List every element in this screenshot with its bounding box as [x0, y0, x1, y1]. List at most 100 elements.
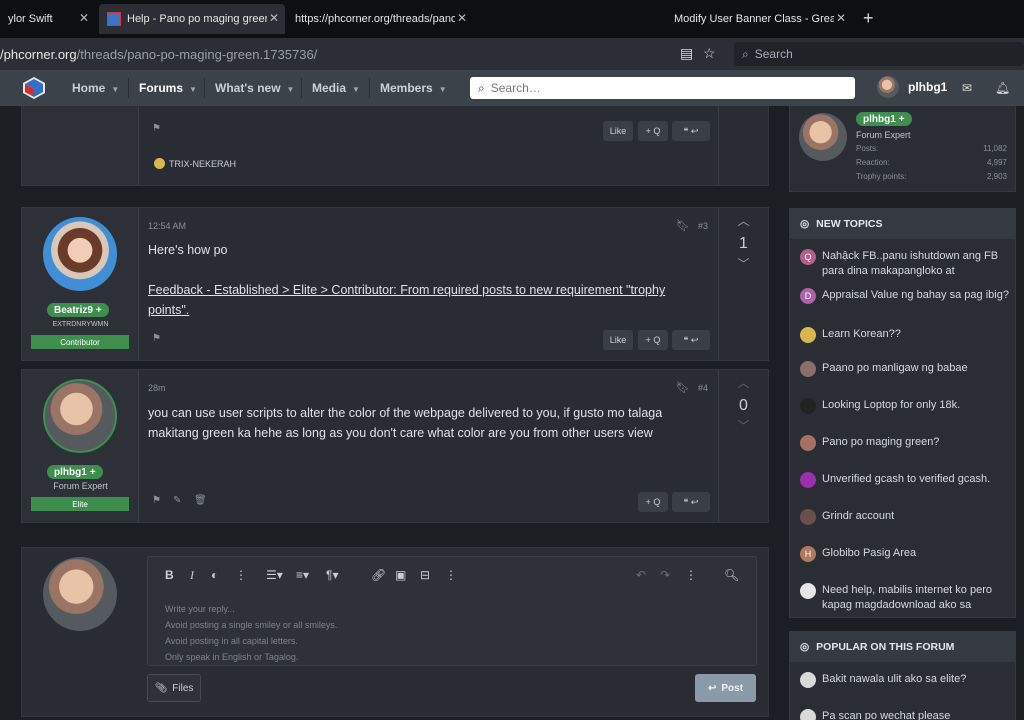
post-reply-button[interactable]: ↩ Post [695, 674, 756, 702]
redo-icon[interactable]: ↷ [660, 568, 670, 582]
reply-button[interactable]: ❝ ↩ [672, 121, 710, 141]
media-icon[interactable]: ⊟ [420, 568, 430, 582]
chevron-down-icon[interactable]: ▼ [111, 85, 119, 94]
bold-icon[interactable]: B [165, 568, 174, 582]
preview-icon[interactable]: 🔍︎ [724, 568, 739, 582]
paragraph-icon[interactable]: ¶▾ [326, 568, 338, 582]
bell-icon[interactable]: 🔔︎ [995, 81, 1010, 95]
align-icon[interactable]: ≡▾ [296, 568, 309, 582]
post-number[interactable]: #3 [698, 221, 708, 231]
like-button[interactable]: Like [603, 121, 633, 141]
url-field[interactable]: /phcorner.org/threads/pano-po-maging-gre… [0, 47, 317, 62]
upvote-icon[interactable]: ︿ [719, 212, 768, 229]
stat-value: 2,903 [986, 172, 1007, 181]
downvote-icon[interactable]: ﹀ [719, 417, 768, 434]
close-icon[interactable]: ✕ [269, 11, 279, 25]
bookmark-icon[interactable]: 🔖︎ [676, 219, 690, 232]
list-item[interactable]: Need help, mabilis internet ko pero kapa… [800, 583, 1010, 613]
close-icon[interactable]: ✕ [79, 11, 89, 25]
avatar[interactable] [43, 217, 117, 291]
avatar[interactable] [799, 113, 847, 161]
undo-icon[interactable]: ↶ [636, 568, 646, 582]
more-icon[interactable]: ⋮ [445, 568, 457, 582]
quote-button[interactable]: + Q [638, 330, 668, 350]
list-item[interactable]: Pano po maging green? [800, 435, 1010, 451]
nav-forums[interactable]: Forums ▼ [139, 81, 197, 95]
downvote-icon[interactable]: ﹀ [719, 255, 768, 272]
list-item[interactable]: Bakit nawala ulit ako sa elite? [800, 672, 1010, 688]
chevron-down-icon[interactable]: ▼ [189, 85, 197, 94]
list-item[interactable]: Q Nahậck FB..panu ishutdown ang FB para d… [800, 249, 1010, 279]
list-item[interactable]: Learn Korean?? [800, 327, 1010, 343]
list-item[interactable]: H Globibo Pasig Area [800, 546, 1010, 562]
new-tab-icon[interactable]: + [863, 8, 874, 29]
image-icon[interactable]: ▣ [395, 568, 406, 582]
close-icon[interactable]: ✕ [836, 11, 846, 25]
vote-column [718, 106, 768, 185]
nav-media[interactable]: Media ▼ [312, 81, 360, 95]
list-item[interactable]: Pa scan po wechat please [800, 709, 1010, 720]
tab-phcorner-threads[interactable]: https://phcorner.org/threads/pano ✕ [287, 4, 473, 34]
post-number[interactable]: #4 [698, 383, 708, 393]
editor-box[interactable]: B I ◐ ⋮ ☰▾ ≡▾ ¶▾ 🔗︎ ▣ ⊟ ⋮ ↶ ↷ ⋮ 🔍︎ Write… [147, 556, 757, 666]
list-icon[interactable]: ☰▾ [266, 568, 283, 582]
reply-button[interactable]: ❝ ↩ [672, 492, 710, 512]
flag-icon[interactable]: ⚑ [152, 495, 161, 506]
tab-greasemonkey[interactable]: Modify User Banner Class - Greasem ✕ [666, 4, 852, 34]
post-link[interactable]: Feedback - Established > Elite > Contrib… [148, 280, 688, 320]
edit-icon[interactable]: ✎ [173, 495, 181, 506]
upvote-icon[interactable]: ︿ [719, 374, 768, 391]
list-item[interactable]: Unverified gcash to verified gcash. [800, 472, 1010, 488]
chevron-down-icon[interactable]: ▼ [287, 85, 295, 94]
list-item[interactable]: Grindr account [800, 509, 1010, 525]
topic-title: Need help, mabilis internet ko pero kapa… [822, 584, 992, 611]
like-button[interactable]: Like [603, 330, 633, 350]
list-item[interactable]: D Appraisal Value ng bahay sa pag ibig? [800, 288, 1010, 304]
more-icon[interactable]: ⋮ [235, 568, 247, 582]
link-icon[interactable]: 🔗︎ [371, 568, 386, 582]
nav-whats-new[interactable]: What's new ▼ [215, 81, 294, 95]
palette-icon[interactable]: ◐ [211, 568, 218, 582]
tab-taylor-swift[interactable]: ylor Swift ✕ [0, 4, 95, 34]
files-button[interactable]: 📎︎ Files [147, 674, 201, 702]
list-item[interactable]: Paano po manligaw ng babae [800, 361, 1010, 377]
flag-icon[interactable]: ⚑ [152, 333, 161, 344]
trash-icon[interactable]: 🗑︎ [194, 495, 207, 506]
site-search-input[interactable]: ⌕ Search… [470, 77, 855, 99]
reply-button[interactable]: ❝ ↩ [672, 330, 710, 350]
inbox-icon[interactable]: ✉ [962, 81, 972, 95]
post-timestamp[interactable]: 28m [148, 383, 166, 393]
bookmark-star-icon[interactable]: ☆ [703, 45, 716, 62]
bookmark-icon[interactable]: 🔖︎ [676, 381, 690, 394]
more-icon[interactable]: ⋮ [685, 568, 697, 582]
reader-view-icon[interactable]: ▤ [680, 45, 693, 62]
browser-search-input[interactable]: ⌕ Search [734, 42, 1024, 66]
quote-button[interactable]: + Q [638, 492, 668, 512]
username-badge[interactable]: plhbg1 + [47, 465, 103, 479]
list-item[interactable]: Looking Loptop for only 18k. [800, 398, 1010, 414]
vote-column: ︿ 0 ﹀ [718, 370, 768, 522]
flag-icon[interactable]: ⚑ [152, 123, 161, 134]
post-4: plhbg1 + Forum Expert Elite 28m 🔖︎ #4 you… [21, 369, 769, 523]
italic-icon[interactable]: I [190, 568, 194, 583]
avatar[interactable] [43, 379, 117, 453]
username-badge[interactable]: Beatriz9 + [47, 303, 109, 317]
user-menu[interactable]: plhbg1 [877, 76, 947, 98]
vote-count: 1 [739, 235, 748, 252]
quote-button[interactable]: + Q [638, 121, 668, 141]
username-badge[interactable]: plhbg1 + [856, 112, 912, 126]
chevron-down-icon[interactable]: ▼ [439, 85, 447, 94]
phcorner-logo-icon[interactable] [22, 76, 46, 100]
close-icon[interactable]: ✕ [457, 11, 467, 25]
tab-help-pano[interactable]: Help - Pano po maging green? ✕ [99, 4, 285, 34]
search-icon: ⌕ [742, 46, 749, 61]
chevron-down-icon[interactable]: ▼ [352, 85, 360, 94]
stat-label: Reaction: [856, 158, 890, 167]
nav-home[interactable]: Home ▼ [72, 81, 119, 95]
nav-members[interactable]: Members ▼ [380, 81, 447, 95]
post-timestamp[interactable]: 12:54 AM [148, 221, 186, 231]
post-user-column: Beatriz9 + EXTRDNRYWMN Contributor [22, 208, 139, 360]
address-bar: /phcorner.org/threads/pano-po-maging-gre… [0, 38, 1024, 70]
popular-widget: ◎ POPULAR ON THIS FORUM Bakit nawala uli… [789, 631, 1016, 720]
nav-divider [301, 78, 302, 98]
